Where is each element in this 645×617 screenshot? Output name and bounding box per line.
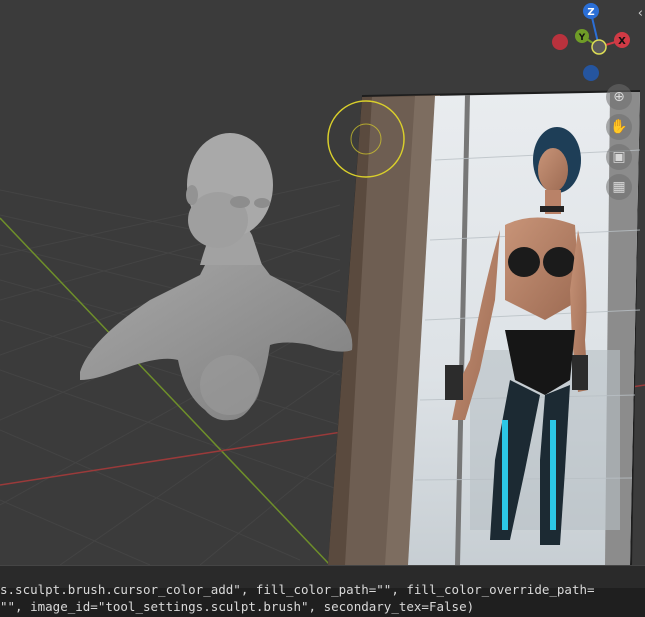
camera-glyph: ▣ (612, 149, 626, 165)
sidebar-toggle-icon[interactable]: ‹ (638, 6, 643, 21)
navigation-gizmo[interactable]: Z Y X (525, 0, 645, 100)
python-console[interactable]: s.sculpt.brush.cursor_color_add", fill_c… (0, 565, 645, 617)
reference-image-plane[interactable] (328, 90, 641, 565)
3d-viewport[interactable]: Z Y X ‹ ⊕ ✋ ▣ ▦ (0, 0, 645, 565)
sculpt-bust-mesh[interactable] (80, 133, 353, 421)
gizmo-center-handle[interactable] (591, 39, 607, 55)
zoom-glyph: ⊕ (613, 89, 625, 105)
hand-pan-icon[interactable]: ✋ (606, 114, 632, 140)
zoom-icon[interactable]: ⊕ (606, 84, 632, 110)
floor-grid (0, 179, 341, 565)
gizmo-y-label: Y (578, 33, 586, 43)
grid-glyph: ▦ (612, 179, 626, 195)
console-line-1: s.sculpt.brush.cursor_color_add", fill_c… (0, 582, 595, 597)
gizmo-z-label: Z (587, 7, 594, 18)
console-line-2: "", image_id="tool_settings.sculpt.brush… (0, 599, 475, 614)
hand-glyph: ✋ (610, 119, 628, 135)
y-axis-line (0, 217, 331, 565)
gizmo-x-label: X (618, 36, 626, 47)
camera-icon[interactable]: ▣ (606, 144, 632, 170)
blender-window: Z Y X ‹ ⊕ ✋ ▣ ▦ s.sculpt.brush.cursor_co… (0, 0, 645, 617)
perspective-grid-icon[interactable]: ▦ (606, 174, 632, 200)
gizmo-neg-x-handle[interactable] (552, 34, 568, 50)
gizmo-neg-z-handle[interactable] (583, 65, 599, 81)
